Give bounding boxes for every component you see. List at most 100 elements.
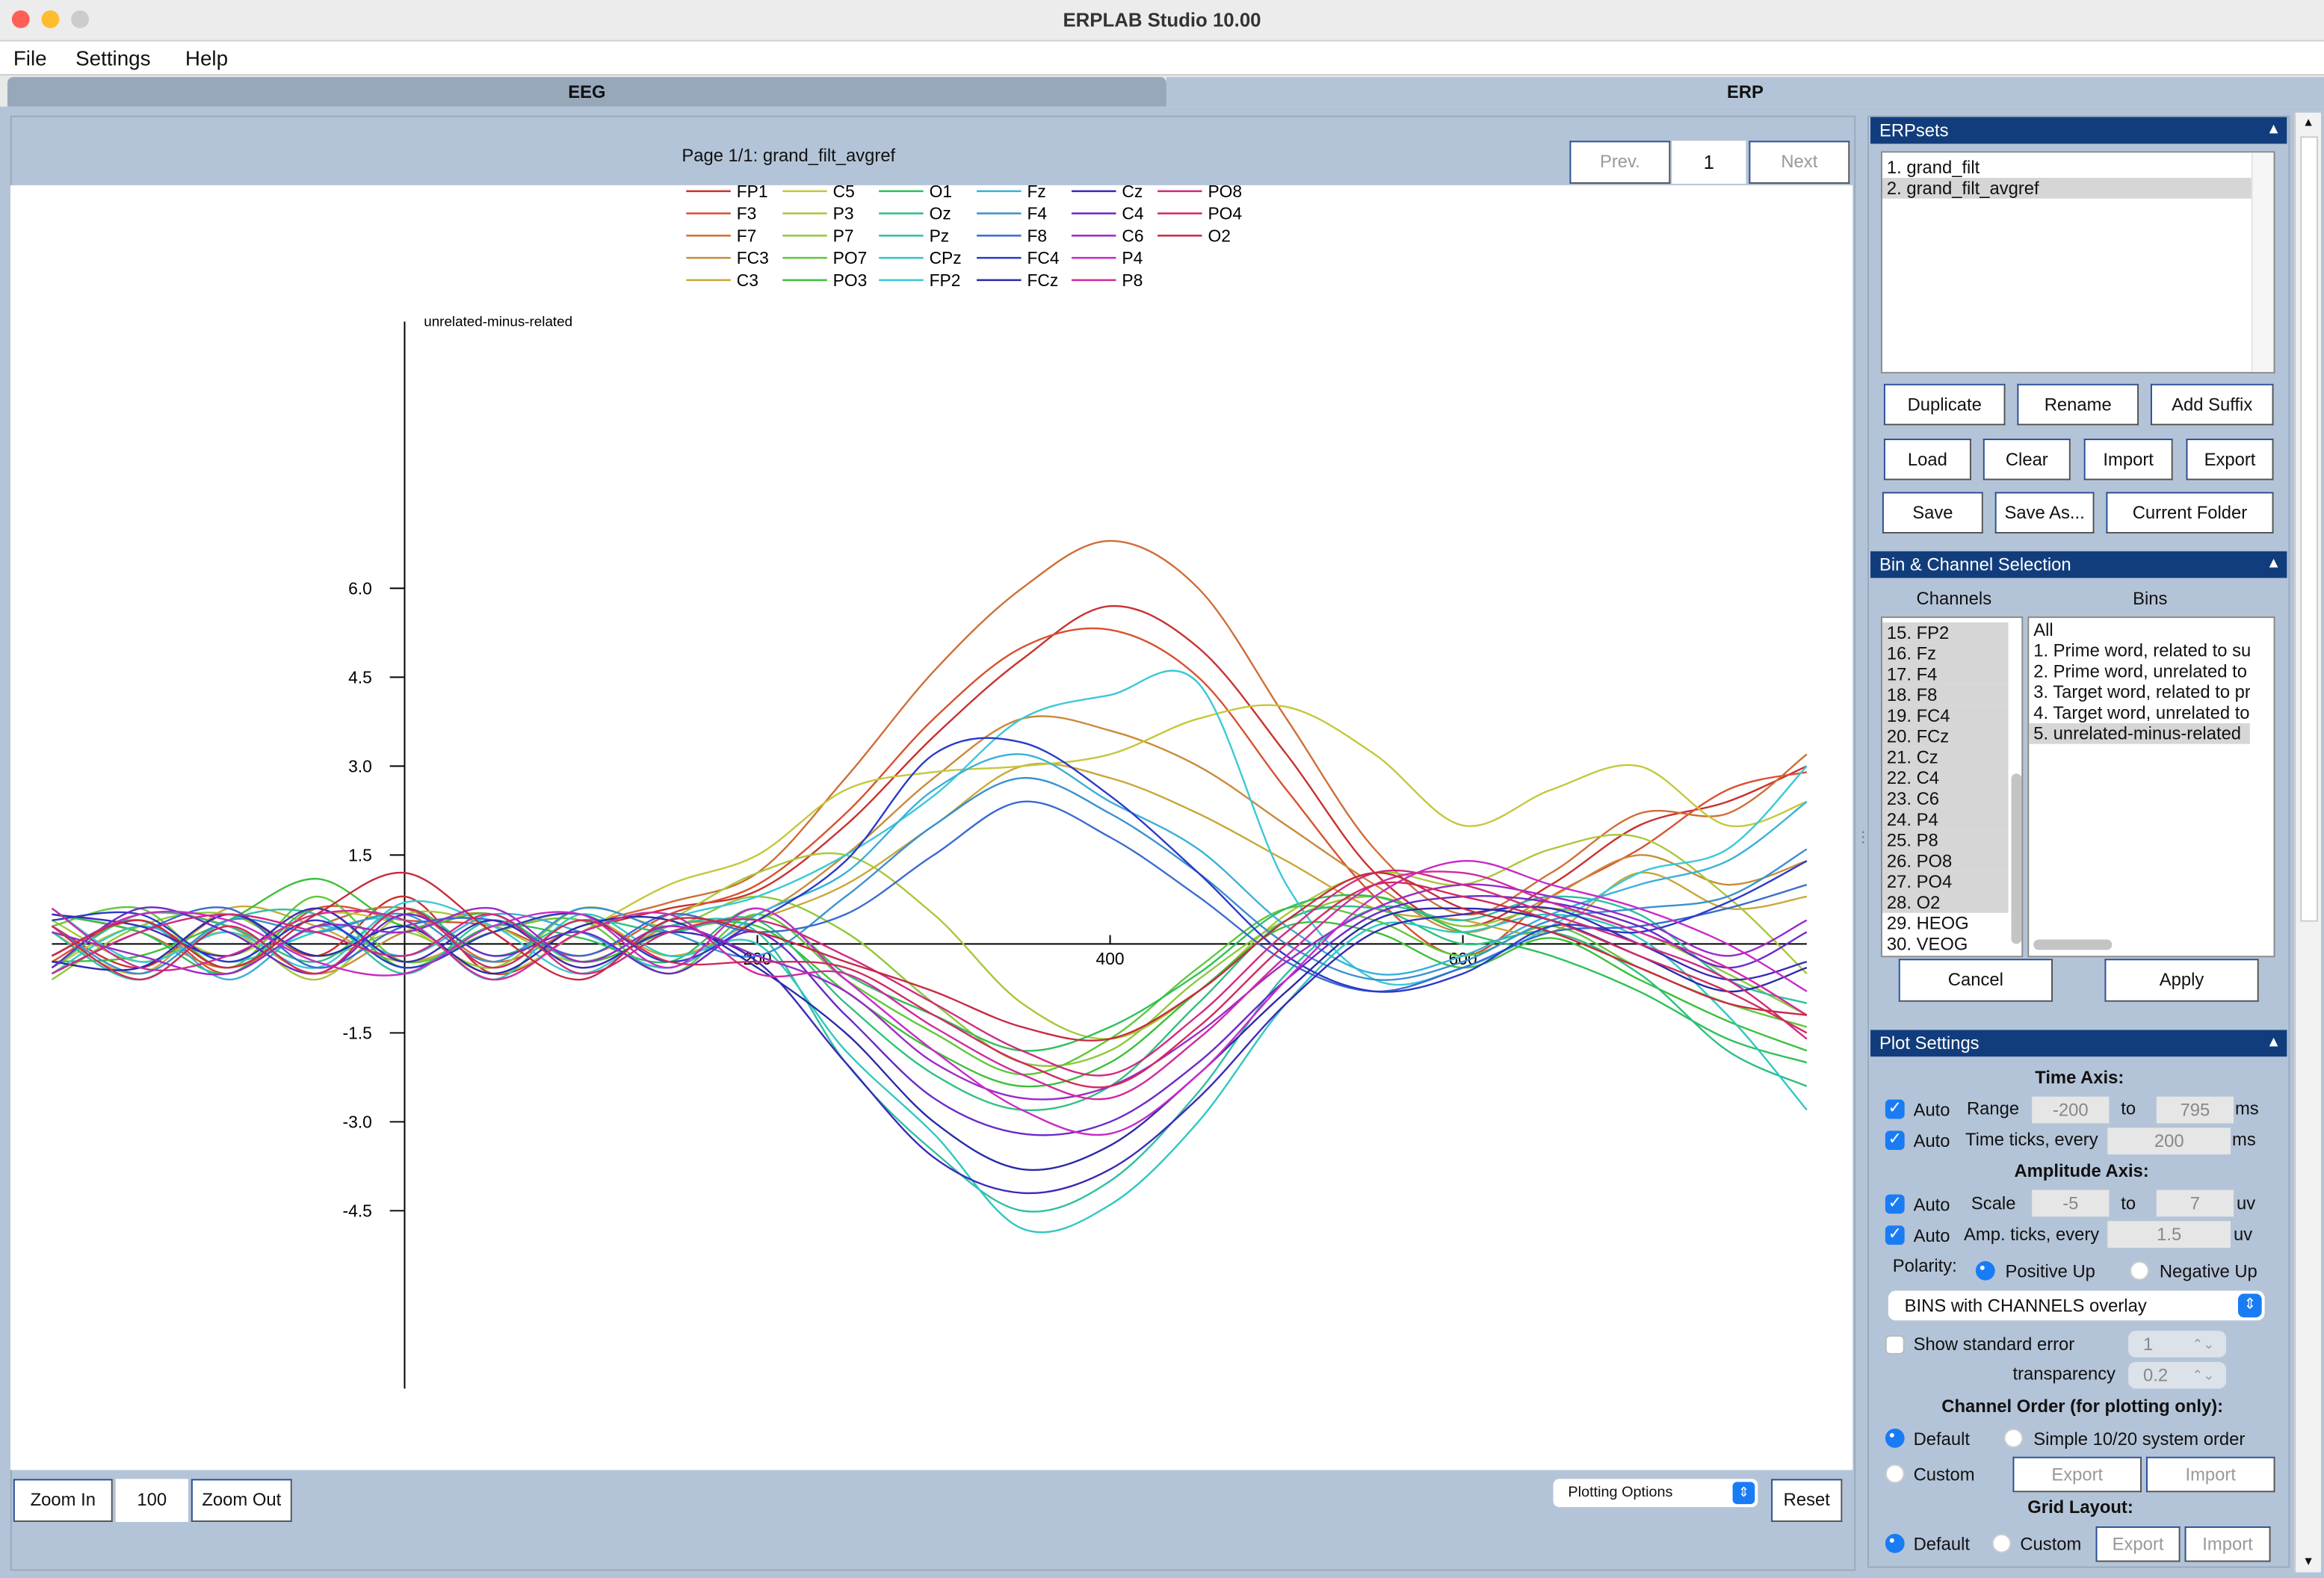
cancel-button[interactable]: Cancel [1898, 959, 2053, 1002]
overlay-mode-select[interactable]: BINS with CHANNELS overlay ⇕ [1888, 1290, 2265, 1321]
channel-order-1020-radio[interactable] [2003, 1428, 2024, 1448]
erpsets-list[interactable]: 1. grand_filt 2. grand_filt_avgref [1880, 151, 2275, 374]
positive-up-radio[interactable] [1975, 1260, 1995, 1281]
export-button[interactable]: Export [2186, 439, 2274, 480]
channel-order-default-radio[interactable] [1885, 1428, 1905, 1448]
bin-item[interactable]: 1. Prime word, related to su [2029, 640, 2250, 661]
bin-item[interactable]: 5. unrelated-minus-related [2029, 723, 2250, 744]
time-range-from-input[interactable]: -200 [2032, 1096, 2110, 1124]
zoom-in-button[interactable]: Zoom In [13, 1479, 113, 1522]
scrollbar-thumb[interactable] [2300, 136, 2319, 922]
minimize-window-button[interactable] [41, 10, 60, 28]
clear-button[interactable]: Clear [1982, 439, 2071, 480]
duplicate-button[interactable]: Duplicate [1883, 383, 2006, 426]
negative-up-radio[interactable] [2130, 1260, 2149, 1281]
right-panel-scrollbar[interactable]: ▲ ▼ [2294, 112, 2322, 1573]
collapse-icon[interactable]: ▲ [2266, 117, 2281, 144]
save-button[interactable]: Save [1882, 492, 1983, 534]
collapse-icon[interactable]: ▲ [2266, 551, 2281, 578]
grid-layout-default-radio[interactable] [1885, 1533, 1905, 1553]
zoom-value-input[interactable]: 100 [115, 1479, 188, 1522]
standard-error-spinner[interactable]: 1 ⌃⌄ [2128, 1331, 2227, 1358]
legend-label-O1: O1 [930, 185, 952, 201]
channel-item[interactable]: 18. F8 [1882, 684, 2009, 706]
tab-erp[interactable]: ERP [1166, 77, 2324, 107]
time-ticks-auto-checkbox[interactable]: ✓ [1885, 1130, 1905, 1151]
rename-button[interactable]: Rename [2017, 383, 2139, 426]
bin-channel-header[interactable]: Bin & Channel Selection ▲ [1870, 551, 2287, 578]
time-range-auto-checkbox[interactable]: ✓ [1885, 1099, 1905, 1119]
amp-ticks-input[interactable]: 1.5 [2107, 1221, 2231, 1249]
save-as-button[interactable]: Save As... [1994, 492, 2095, 534]
legend-label-FC4: FC4 [1027, 248, 1059, 267]
channel-item[interactable]: 20. FCz [1882, 725, 2009, 747]
channel-order-custom-radio[interactable] [1885, 1464, 1905, 1484]
import-button[interactable]: Import [2083, 439, 2173, 480]
scroll-up-icon[interactable]: ▲ [2296, 113, 2321, 134]
next-page-button[interactable]: Next [1749, 140, 1850, 184]
amp-scale-to-input[interactable]: 7 [2156, 1189, 2234, 1217]
plot-settings-header[interactable]: Plot Settings ▲ [1870, 1030, 2287, 1057]
plotting-options-select[interactable]: Plotting Options ⇕ [1553, 1479, 1758, 1508]
collapse-icon[interactable]: ▲ [2266, 1030, 2281, 1056]
bin-item[interactable]: 4. Target word, unrelated to [2029, 702, 2250, 723]
page-number-input[interactable]: 1 [1672, 140, 1746, 184]
transparency-spinner[interactable]: 0.2 ⌃⌄ [2128, 1361, 2227, 1389]
legend-label-Fz: Fz [1027, 185, 1045, 201]
zoom-out-button[interactable]: Zoom Out [191, 1479, 292, 1522]
channel-item[interactable]: 29. HEOG [1882, 913, 2009, 934]
channel-item[interactable]: 30. VEOG [1882, 934, 2009, 955]
channels-scrollbar-thumb[interactable] [2011, 773, 2022, 944]
channel-item[interactable]: 17. F4 [1882, 663, 2009, 685]
menu-file[interactable]: File [13, 46, 47, 69]
channel-order-import-button[interactable]: Import [2145, 1456, 2275, 1493]
amp-scale-from-input[interactable]: -5 [2032, 1189, 2110, 1217]
time-ticks-input[interactable]: 200 [2107, 1127, 2231, 1155]
close-window-button[interactable] [11, 10, 30, 28]
erpset-item[interactable]: 1. grand_filt [1882, 157, 2255, 178]
channel-item[interactable]: 26. PO8 [1882, 850, 2009, 872]
current-folder-button[interactable]: Current Folder [2106, 492, 2274, 534]
channel-item[interactable]: 15. FP2 [1882, 622, 2009, 643]
bin-item[interactable]: 2. Prime word, unrelated to [2029, 661, 2250, 682]
channel-item[interactable]: 24. P4 [1882, 808, 2009, 830]
simple-1020-label: Simple 10/20 system order [2033, 1428, 2246, 1449]
menu-settings[interactable]: Settings [75, 46, 150, 69]
erpset-item-selected[interactable]: 2. grand_filt_avgref [1882, 178, 2255, 199]
channel-item[interactable]: 27. PO4 [1882, 871, 2009, 893]
erpsets-header[interactable]: ERPsets ▲ [1870, 117, 2287, 144]
bin-item[interactable]: 3. Target word, related to pr [2029, 681, 2250, 702]
channel-item[interactable]: 22. C4 [1882, 767, 2009, 789]
time-range-to-input[interactable]: 795 [2156, 1096, 2234, 1124]
erpsets-scrollbar[interactable] [2251, 152, 2274, 372]
range-label: Range [1966, 1098, 2020, 1119]
amp-scale-auto-checkbox[interactable]: ✓ [1885, 1194, 1905, 1214]
channel-item[interactable]: 23. C6 [1882, 788, 2009, 809]
bin-item[interactable]: All [2029, 619, 2250, 640]
channel-item[interactable]: 16. Fz [1882, 643, 2009, 664]
grid-layout-import-button[interactable]: Import [2184, 1526, 2271, 1562]
prev-page-button[interactable]: Prev. [1569, 140, 1671, 184]
channel-item[interactable]: 25. P8 [1882, 829, 2009, 851]
channels-list[interactable]: 15. FP2 16. Fz 17. F4 18. F8 19. FC4 20. FCz 2… [1880, 616, 2024, 958]
plotting-options-label: Plotting Options [1568, 1485, 1673, 1502]
menu-help[interactable]: Help [185, 46, 228, 69]
channel-item[interactable]: 19. FC4 [1882, 705, 2009, 726]
maximize-window-button[interactable] [71, 10, 90, 28]
channel-item[interactable]: 21. Cz [1882, 746, 2009, 768]
channel-order-export-button[interactable]: Export [2012, 1456, 2142, 1493]
load-button[interactable]: Load [1883, 439, 1971, 480]
apply-button[interactable]: Apply [2104, 959, 2259, 1002]
tab-eeg[interactable]: EEG [7, 77, 1166, 107]
channel-item[interactable]: 28. O2 [1882, 892, 2009, 913]
grid-layout-custom-radio[interactable] [1991, 1533, 2012, 1553]
reset-button[interactable]: Reset [1771, 1479, 1843, 1522]
show-standard-error-checkbox[interactable] [1885, 1335, 1905, 1355]
legend-label-FCz: FCz [1027, 270, 1058, 290]
amp-ticks-auto-checkbox[interactable]: ✓ [1885, 1225, 1905, 1246]
bins-hscrollbar-thumb[interactable] [2033, 939, 2113, 950]
grid-layout-export-button[interactable]: Export [2095, 1526, 2181, 1562]
bins-list[interactable]: All 1. Prime word, related to su 2. Prime … [2027, 616, 2275, 958]
add-suffix-button[interactable]: Add Suffix [2150, 383, 2274, 426]
scroll-down-icon[interactable]: ▼ [2296, 1552, 2321, 1573]
